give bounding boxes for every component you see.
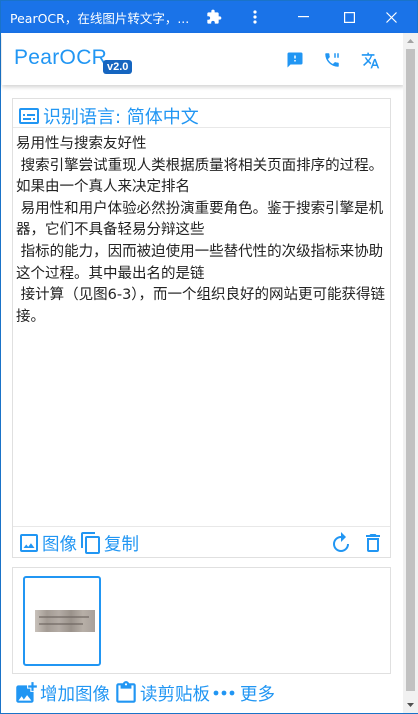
phone-icon bbox=[325, 53, 339, 67]
minimize-icon bbox=[297, 16, 309, 18]
image-list-panel bbox=[12, 567, 391, 674]
extensions-button[interactable] bbox=[196, 1, 232, 33]
app-window: PearOCR，在线图片转文字，... PearOCR v2.0 识别语言: 简… bbox=[0, 0, 418, 714]
close-button[interactable] bbox=[373, 1, 409, 33]
language-label: 识别语言: 简体中文 bbox=[43, 107, 199, 128]
more-menu-button[interactable] bbox=[237, 1, 273, 33]
vertical-scrollbar[interactable] bbox=[403, 33, 418, 713]
brand-logo-text[interactable]: PearOCR bbox=[14, 46, 107, 70]
view-image-button[interactable]: 图像 bbox=[17, 531, 77, 556]
divider bbox=[13, 526, 390, 527]
image-thumbnail[interactable] bbox=[23, 576, 101, 666]
divider bbox=[13, 127, 390, 128]
contact-button[interactable] bbox=[322, 50, 342, 70]
maximize-icon bbox=[343, 11, 355, 23]
subtitles-icon bbox=[19, 108, 39, 124]
bottom-toolbar: 增加图像 读剪贴板 更多 bbox=[13, 679, 278, 707]
add-image-button[interactable]: 增加图像 bbox=[13, 680, 110, 706]
delete-button[interactable] bbox=[361, 531, 385, 555]
refresh-button[interactable] bbox=[329, 531, 353, 555]
refresh-icon bbox=[333, 532, 349, 552]
feedback-button[interactable] bbox=[285, 50, 305, 70]
feedback-icon bbox=[287, 52, 303, 68]
copy-button[interactable]: 复制 bbox=[79, 531, 139, 556]
read-clipboard-button[interactable]: 读剪贴板 bbox=[113, 680, 210, 706]
trash-icon bbox=[366, 534, 380, 552]
window-title: PearOCR，在线图片转文字，... bbox=[10, 10, 190, 26]
thumbnail-preview bbox=[35, 610, 95, 632]
image-button-label: 图像 bbox=[42, 534, 77, 555]
add-photo-icon bbox=[16, 682, 37, 703]
more-button[interactable]: 更多 bbox=[213, 681, 275, 706]
vertical-dots-icon bbox=[253, 10, 257, 24]
maximize-button[interactable] bbox=[331, 1, 367, 33]
scroll-up-arrow-icon[interactable] bbox=[403, 35, 418, 47]
app-header: PearOCR v2.0 bbox=[2, 33, 404, 85]
copy-button-label: 复制 bbox=[104, 534, 139, 555]
more-label: 更多 bbox=[240, 684, 275, 705]
result-actions: 图像 复制 bbox=[17, 530, 141, 556]
result-right-actions bbox=[321, 531, 385, 555]
version-badge: v2.0 bbox=[103, 60, 133, 74]
scroll-thumb[interactable] bbox=[406, 49, 415, 691]
puzzle-icon bbox=[207, 9, 222, 24]
copy-icon bbox=[81, 532, 100, 554]
read-clipboard-label: 读剪贴板 bbox=[140, 684, 210, 705]
title-bar: PearOCR，在线图片转文字，... bbox=[1, 1, 417, 33]
language-selector[interactable]: 识别语言: 简体中文 bbox=[17, 103, 199, 129]
clipboard-icon bbox=[116, 681, 136, 703]
minimize-button[interactable] bbox=[285, 1, 321, 33]
translate-icon bbox=[361, 52, 379, 68]
image-icon bbox=[20, 534, 38, 552]
translate-button[interactable] bbox=[360, 50, 380, 70]
add-image-label: 增加图像 bbox=[40, 684, 110, 705]
ocr-result-panel: 识别语言: 简体中文 易用性与搜索友好性 搜索引擎尝试重现人类根据质量将相关页面… bbox=[12, 98, 391, 558]
more-horizontal-icon bbox=[213, 690, 235, 696]
scroll-down-arrow-icon[interactable] bbox=[403, 699, 418, 711]
close-icon bbox=[385, 11, 397, 23]
ocr-result-textarea[interactable]: 易用性与搜索友好性 搜索引擎尝试重现人类根据质量将相关页面排序的过程。如果由一个… bbox=[16, 134, 388, 328]
